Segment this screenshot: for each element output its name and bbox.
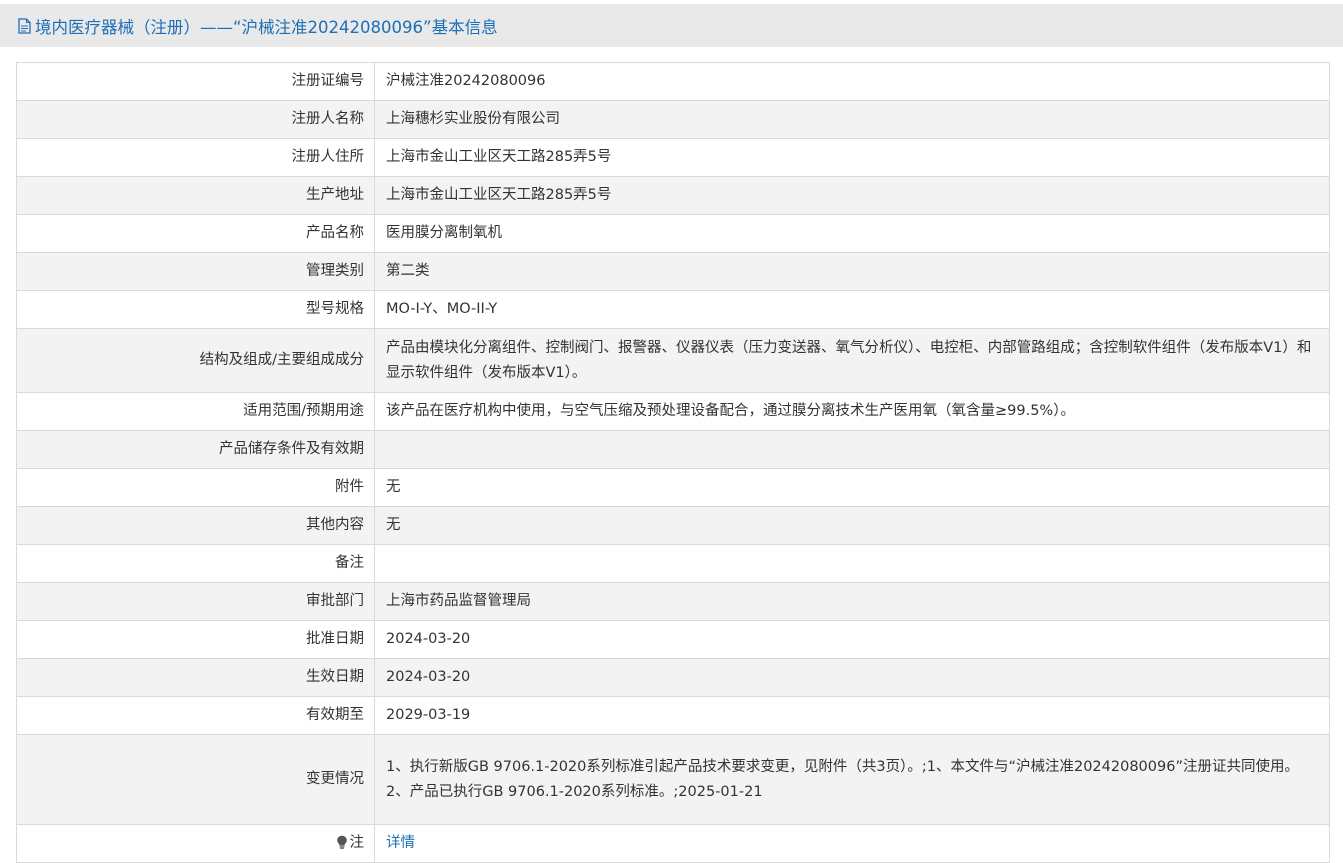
table-row: 备注 <box>16 544 1330 583</box>
field-label: 产品储存条件及有效期 <box>16 430 375 469</box>
field-value: 1、执行新版GB 9706.1-2020系列标准引起产品技术要求变更，见附件（共… <box>374 734 1330 825</box>
field-value: 无 <box>374 468 1330 507</box>
change-line: 1、执行新版GB 9706.1-2020系列标准引起产品技术要求变更，见附件（共… <box>386 758 1299 775</box>
table-row: 生效日期 2024-03-20 <box>16 658 1330 697</box>
field-label: 适用范围/预期用途 <box>16 392 375 431</box>
table-row: 注册证编号 沪械注准20242080096 <box>16 62 1330 101</box>
field-label: 注册人名称 <box>16 100 375 139</box>
field-label: 有效期至 <box>16 696 375 735</box>
field-label: 审批部门 <box>16 582 375 621</box>
field-label: 其他内容 <box>16 506 375 545</box>
field-label: 注册证编号 <box>16 62 375 101</box>
field-value: 2024-03-20 <box>374 658 1330 697</box>
table-row: 附件 无 <box>16 468 1330 507</box>
note-label: 注 <box>349 835 365 851</box>
table-row: 型号规格 MO-I-Y、MO-II-Y <box>16 290 1330 329</box>
field-label: 型号规格 <box>16 290 375 329</box>
table-row: 管理类别 第二类 <box>16 252 1330 291</box>
lightbulb-icon <box>336 833 348 849</box>
field-label: 注册人住所 <box>16 138 375 177</box>
document-icon <box>17 17 32 34</box>
field-value: 2024-03-20 <box>374 620 1330 659</box>
field-value: 2029-03-19 <box>374 696 1330 735</box>
table-row: 生产地址 上海市金山工业区天工路285弄5号 <box>16 176 1330 215</box>
field-value: 详情 <box>374 824 1330 863</box>
field-label: 附件 <box>16 468 375 507</box>
table-row: 产品储存条件及有效期 <box>16 430 1330 469</box>
field-value: 产品由模块化分离组件、控制阀门、报警器、仪器仪表（压力变送器、氧气分析仪）、电控… <box>374 328 1330 393</box>
field-value: 上海市药品监督管理局 <box>374 582 1330 621</box>
field-value <box>374 544 1330 583</box>
table-row: 审批部门 上海市药品监督管理局 <box>16 582 1330 621</box>
table-row: 产品名称 医用膜分离制氧机 <box>16 214 1330 253</box>
table-row: 变更情况 1、执行新版GB 9706.1-2020系列标准引起产品技术要求变更，… <box>16 734 1330 825</box>
table-row: 注 详情 <box>16 824 1330 863</box>
table-row: 其他内容 无 <box>16 506 1330 545</box>
field-value: 医用膜分离制氧机 <box>374 214 1330 253</box>
field-value: MO-I-Y、MO-II-Y <box>374 290 1330 329</box>
page-header: 境内医疗器械（注册）——“沪械注准20242080096”基本信息 <box>0 4 1343 47</box>
page-title: 境内医疗器械（注册）——“沪械注准20242080096”基本信息 <box>35 17 498 37</box>
field-value: 该产品在医疗机构中使用，与空气压缩及预处理设备配合，通过膜分离技术生产医用氧（氧… <box>374 392 1330 431</box>
field-value <box>374 430 1330 469</box>
field-value: 上海市金山工业区天工路285弄5号 <box>374 138 1330 177</box>
field-label: 变更情况 <box>16 734 375 825</box>
field-label: 产品名称 <box>16 214 375 253</box>
table-row: 注册人住所 上海市金山工业区天工路285弄5号 <box>16 138 1330 177</box>
field-value: 上海市金山工业区天工路285弄5号 <box>374 176 1330 215</box>
field-value: 沪械注准20242080096 <box>374 62 1330 101</box>
field-label: 结构及组成/主要组成成分 <box>16 328 375 393</box>
field-label: 注 <box>16 824 375 863</box>
field-label: 生效日期 <box>16 658 375 697</box>
table-row: 结构及组成/主要组成成分 产品由模块化分离组件、控制阀门、报警器、仪器仪表（压力… <box>16 328 1330 393</box>
details-link[interactable]: 详情 <box>386 835 415 851</box>
field-value: 上海穗杉实业股份有限公司 <box>374 100 1330 139</box>
table-row: 有效期至 2029-03-19 <box>16 696 1330 735</box>
change-line: 2、产品已执行GB 9706.1-2020系列标准。;2025-01-21 <box>386 783 763 800</box>
table-row: 适用范围/预期用途 该产品在医疗机构中使用，与空气压缩及预处理设备配合，通过膜分… <box>16 392 1330 431</box>
table-row: 批准日期 2024-03-20 <box>16 620 1330 659</box>
field-label: 生产地址 <box>16 176 375 215</box>
field-label: 管理类别 <box>16 252 375 291</box>
table-row: 注册人名称 上海穗杉实业股份有限公司 <box>16 100 1330 139</box>
field-value: 无 <box>374 506 1330 545</box>
field-label: 批准日期 <box>16 620 375 659</box>
field-value: 第二类 <box>374 252 1330 291</box>
field-label: 备注 <box>16 544 375 583</box>
info-table: 注册证编号 沪械注准20242080096 注册人名称 上海穗杉实业股份有限公司… <box>16 62 1330 863</box>
